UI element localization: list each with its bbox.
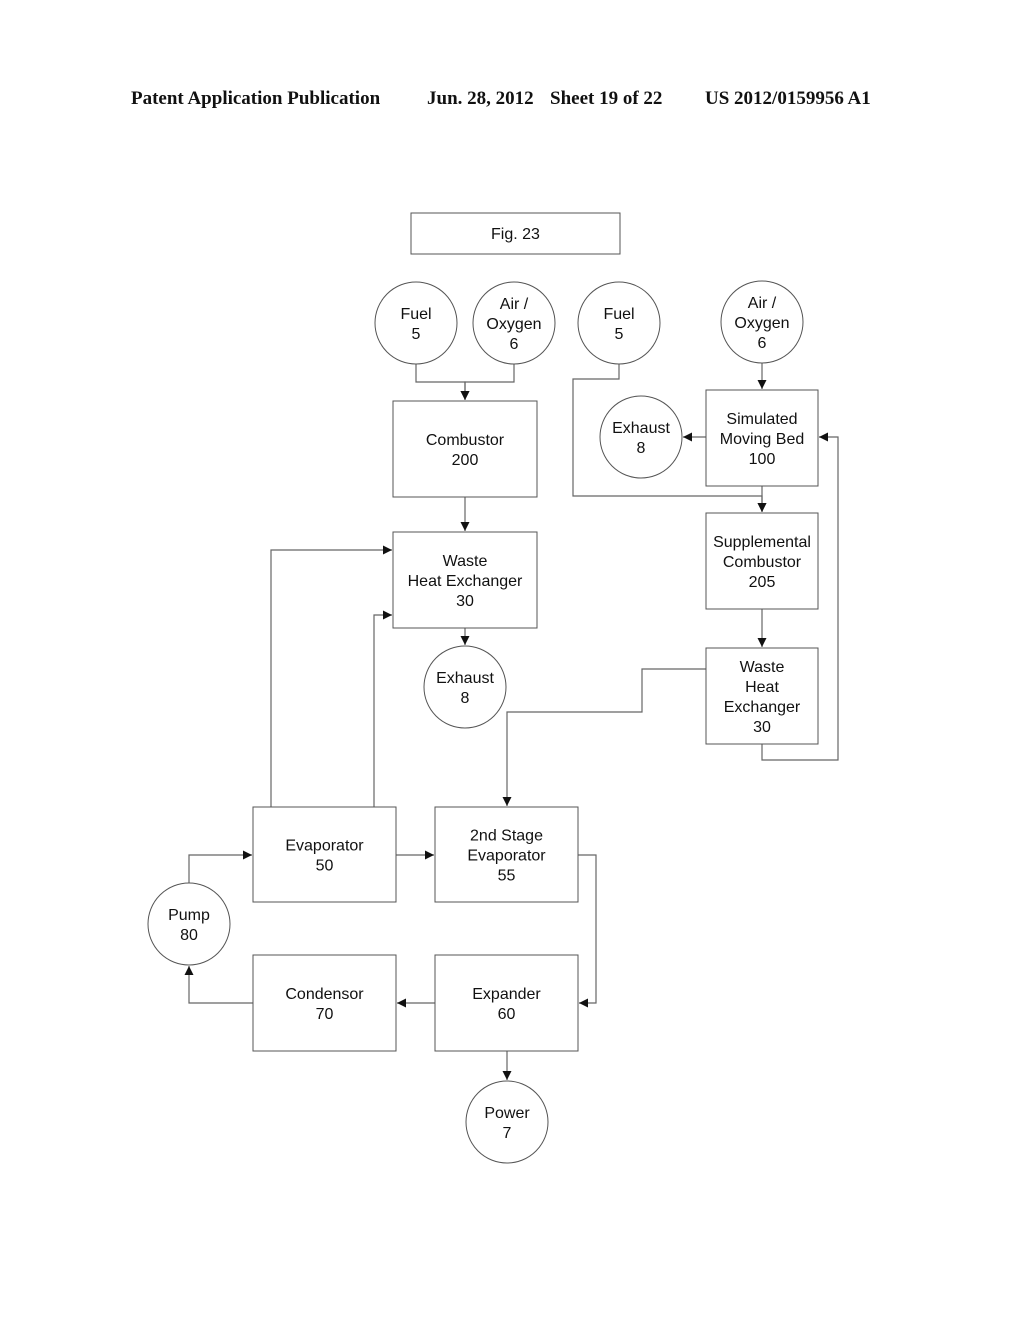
- exhaust-a-circle: [423, 645, 507, 729]
- smb-label-line: 100: [749, 451, 776, 468]
- exhaust-b-label-line: 8: [637, 440, 646, 457]
- exhaust-b-circle: [599, 395, 683, 479]
- combustor-label-line: Combustor: [426, 432, 505, 449]
- pump-circle: [147, 882, 231, 966]
- node-fuel-a: Fuel 5: [374, 281, 458, 365]
- fuel-a-circle: [374, 281, 458, 365]
- fuel-a-label-line: 5: [412, 326, 421, 343]
- air-a-label-line: Air /: [500, 296, 529, 313]
- connector-whx-a-to-evaporator: [373, 610, 392, 807]
- node-air-a: Air / Oxygen 6: [472, 281, 556, 365]
- evaporator-label-line: Evaporator: [285, 838, 364, 855]
- node-air-b: Air / Oxygen 6: [720, 280, 804, 364]
- whx-a-label-line: Waste: [443, 553, 488, 570]
- nodes: Fuel 5 Air / Oxygen 6 Fuel 5 Air / Oxygen 6 Combus…: [147, 280, 819, 1164]
- connector-whx-b-to-evap2: [502, 668, 706, 806]
- connector-condensor-to-pump: [184, 966, 253, 1004]
- evap2-label-line: Evaporator: [467, 848, 546, 865]
- air-b-label-line: Air /: [748, 295, 777, 312]
- flow-diagram: Fig. 23 Fuel 5 Air / Oxygen 6 Fuel 5 Air / Oxyge…: [147, 212, 839, 1164]
- connector-pump-to-evaporator: [188, 850, 252, 883]
- connector-fuel-a-to-combustor: [415, 364, 470, 400]
- node-exhaust-a: Exhaust 8: [423, 645, 507, 729]
- fuel-b-circle: [577, 281, 661, 365]
- evap2-label-line: 2nd Stage: [470, 828, 543, 845]
- node-whx-a: Waste Heat Exchanger 30: [392, 531, 538, 629]
- condensor-box: [252, 954, 397, 1052]
- node-exhaust-b: Exhaust 8: [599, 395, 683, 479]
- condensor-label-line: 70: [316, 1006, 334, 1023]
- expander-label-line: Expander: [472, 986, 541, 1003]
- node-condensor: Condensor 70: [252, 954, 397, 1052]
- node-power: Power 7: [465, 1080, 549, 1164]
- smb-label-line: Moving Bed: [720, 431, 805, 448]
- whx-b-label-line: Waste: [740, 659, 785, 676]
- condensor-label-line: Condensor: [285, 986, 364, 1003]
- node-expander: Expander 60: [434, 954, 579, 1052]
- supp-comb-label-line: 205: [749, 574, 776, 591]
- connector-air-a-to-combustor: [460, 364, 515, 400]
- node-whx-b: Waste Heat Exchanger 30: [705, 647, 819, 745]
- node-evaporator: Evaporator 50: [252, 806, 397, 903]
- node-evap2: 2nd Stage Evaporator 55: [434, 806, 579, 903]
- whx-b-label-line: Exchanger: [724, 699, 801, 716]
- fuel-b-label-line: Fuel: [603, 306, 634, 323]
- fuel-b-label-line: 5: [615, 326, 624, 343]
- supp-comb-label-line: Supplemental: [713, 534, 811, 551]
- air-b-label-line: Oxygen: [734, 315, 789, 332]
- air-a-label-line: 6: [510, 336, 519, 353]
- power-label-line: Power: [484, 1105, 530, 1122]
- fuel-a-label-line: Fuel: [400, 306, 431, 323]
- pump-label-line: 80: [180, 927, 198, 944]
- figure-title: Fig. 23: [491, 226, 540, 243]
- combustor-label-line: 200: [452, 452, 479, 469]
- expander-box: [434, 954, 579, 1052]
- power-label-line: 7: [503, 1125, 512, 1142]
- exhaust-a-label-line: 8: [461, 690, 470, 707]
- connector-evap2-to-expander: [578, 854, 597, 1008]
- whx-a-label-line: Heat Exchanger: [408, 573, 523, 590]
- evaporator-box: [252, 806, 397, 903]
- smb-label-line: Simulated: [726, 411, 797, 428]
- expander-label-line: 60: [498, 1006, 516, 1023]
- whx-a-label-line: 30: [456, 593, 474, 610]
- supp-comb-label-line: Combustor: [723, 554, 802, 571]
- node-combustor: Combustor 200: [392, 400, 538, 498]
- combustor-box: [392, 400, 538, 498]
- exhaust-b-label-line: Exhaust: [612, 420, 670, 437]
- node-supp-comb: Supplemental Combustor 205: [705, 512, 819, 610]
- node-smb: Simulated Moving Bed 100: [705, 389, 819, 487]
- whx-b-label-line: Heat: [745, 679, 779, 696]
- pump-label-line: Pump: [168, 907, 210, 924]
- air-a-label-line: Oxygen: [486, 316, 541, 333]
- air-b-label-line: 6: [758, 335, 767, 352]
- whx-b-label-line: 30: [753, 719, 771, 736]
- power-circle: [465, 1080, 549, 1164]
- node-fuel-b: Fuel 5: [577, 281, 661, 365]
- exhaust-a-label-line: Exhaust: [436, 670, 494, 687]
- figure-title-box: Fig. 23: [410, 212, 621, 255]
- node-pump: Pump 80: [147, 882, 231, 966]
- evaporator-label-line: 50: [316, 858, 334, 875]
- evap2-label-line: 55: [498, 868, 516, 885]
